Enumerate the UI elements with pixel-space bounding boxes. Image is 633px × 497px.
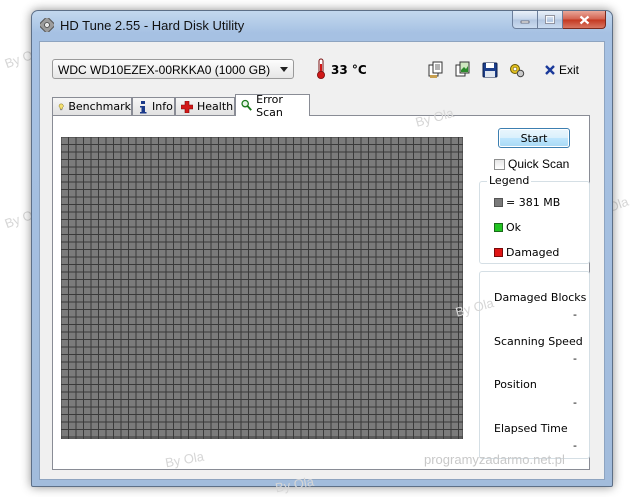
- copy-screenshot-icon[interactable]: [454, 61, 472, 79]
- legend-item-ok: Ok: [494, 221, 521, 234]
- app-icon: [40, 18, 54, 32]
- window-title: HD Tune 2.55 - Hard Disk Utility: [60, 18, 245, 33]
- legend-label: Damaged: [506, 246, 560, 259]
- scan-block-grid: [61, 137, 463, 439]
- start-button[interactable]: Start: [498, 128, 570, 148]
- copy-text-icon[interactable]: [427, 61, 445, 79]
- scanning-speed-value: -: [573, 352, 577, 365]
- quick-scan-checkbox[interactable]: [494, 158, 505, 170]
- save-icon[interactable]: [481, 61, 499, 79]
- tab-info[interactable]: Info: [132, 97, 175, 115]
- tab-label: Health: [197, 100, 234, 113]
- drive-select[interactable]: WDC WD10EZEX-00RKKA0 (1000 GB): [52, 59, 294, 79]
- exit-icon: [545, 65, 555, 75]
- minimize-icon: [520, 20, 530, 23]
- close-icon: [579, 15, 589, 24]
- tab-label: Error Scan: [256, 92, 283, 119]
- thermometer-icon: [317, 58, 325, 79]
- tab-label: Info: [152, 100, 173, 113]
- quick-scan-label: Quick Scan: [508, 157, 570, 171]
- benchmark-icon: [58, 103, 64, 110]
- legend-label: = 381 MB: [506, 196, 561, 209]
- legend-label: Ok: [506, 221, 522, 234]
- tab-benchmark[interactable]: Benchmark: [52, 97, 132, 115]
- chevron-down-icon: [280, 67, 288, 72]
- damaged-blocks-value: -: [573, 308, 577, 321]
- legend-item-damaged: Damaged: [494, 246, 559, 259]
- legend-swatch: [494, 223, 503, 232]
- client-area: WDC WD10EZEX-00RKKA0 (1000 GB) 33 °C Exi…: [39, 41, 605, 480]
- position-label: Position: [494, 378, 537, 391]
- close-button[interactable]: [563, 11, 606, 29]
- minimize-button[interactable]: [512, 11, 538, 29]
- info-icon: [140, 100, 147, 113]
- start-button-label: Start: [520, 131, 548, 145]
- temperature-readout: 33 °C: [331, 63, 367, 77]
- drive-select-value: WDC WD10EZEX-00RKKA0 (1000 GB): [58, 63, 271, 77]
- tab-error-scan[interactable]: Error Scan: [235, 92, 310, 119]
- error-scan-panel: Start Quick Scan Legend = 381 MB Ok Dama…: [52, 115, 590, 470]
- position-value: -: [573, 396, 577, 409]
- title-bar[interactable]: HD Tune 2.55 - Hard Disk Utility: [32, 11, 612, 41]
- tab-label: Benchmark: [68, 100, 131, 113]
- maximize-button[interactable]: [538, 11, 563, 29]
- legend-item-block-size: = 381 MB: [494, 196, 560, 209]
- health-icon: [181, 100, 193, 113]
- scanning-speed-label: Scanning Speed: [494, 335, 583, 348]
- scan-stats: Damaged Blocks - Scanning Speed - Positi…: [479, 271, 590, 459]
- exit-button[interactable]: Exit: [544, 61, 579, 79]
- elapsed-time-value: -: [573, 439, 577, 452]
- tab-health[interactable]: Health: [175, 97, 235, 115]
- options-icon[interactable]: [508, 61, 526, 79]
- damaged-blocks-label: Damaged Blocks: [494, 291, 587, 304]
- legend-swatch: [494, 248, 503, 257]
- legend-group: Legend = 381 MB Ok Damaged: [479, 174, 590, 264]
- error-scan-icon: [241, 99, 252, 111]
- legend-caption: Legend: [487, 174, 532, 187]
- maximize-icon: [545, 15, 555, 24]
- quick-scan-option[interactable]: Quick Scan: [494, 157, 569, 171]
- legend-swatch: [494, 198, 503, 207]
- elapsed-time-label: Elapsed Time: [494, 422, 568, 435]
- app-window: HD Tune 2.55 - Hard Disk Utility WDC WD1…: [31, 10, 613, 487]
- exit-label: Exit: [559, 63, 580, 77]
